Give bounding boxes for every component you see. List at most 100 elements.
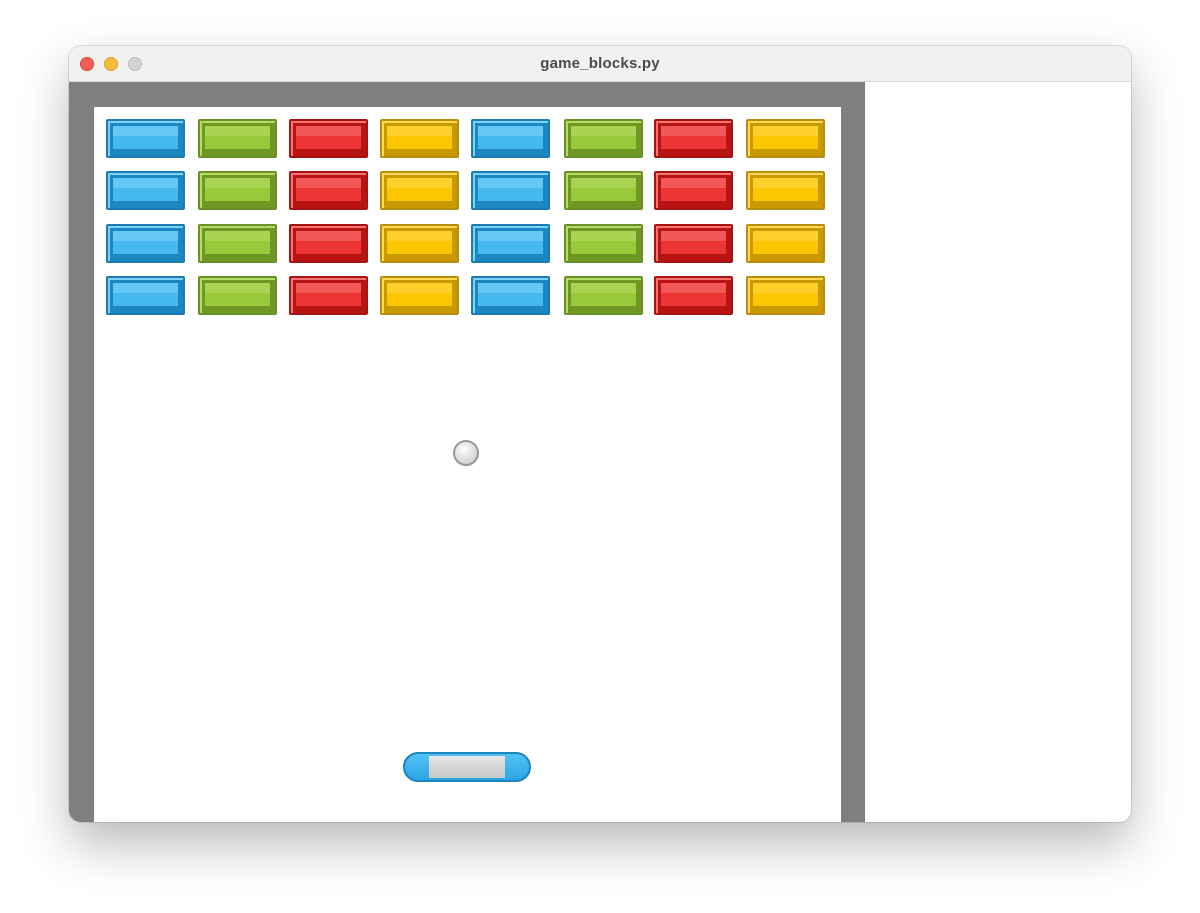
- brick-green: [564, 171, 643, 210]
- brick-face: [661, 283, 726, 306]
- brick-highlight: [571, 126, 636, 137]
- brick-highlight: [753, 231, 818, 242]
- brick-highlight: [661, 231, 726, 242]
- brick-highlight: [571, 178, 636, 189]
- brick-face: [296, 126, 361, 149]
- brick-face: [478, 231, 543, 254]
- brick-face: [571, 178, 636, 201]
- brick-highlight: [387, 178, 452, 189]
- brick-face: [753, 283, 818, 306]
- brick-blue: [106, 171, 185, 210]
- paddle-icon[interactable]: [403, 752, 531, 782]
- brick-highlight: [205, 178, 270, 189]
- brick-highlight: [478, 178, 543, 189]
- brick-highlight: [113, 231, 178, 242]
- brick-face: [571, 283, 636, 306]
- brick-highlight: [296, 283, 361, 294]
- brick-face: [387, 283, 452, 306]
- brick-face: [205, 283, 270, 306]
- window-title: game_blocks.py: [540, 55, 660, 72]
- side-panel: [865, 82, 1131, 822]
- brick-face: [661, 231, 726, 254]
- brick-highlight: [661, 283, 726, 294]
- brick-blue: [106, 276, 185, 315]
- brick-highlight: [661, 178, 726, 189]
- title-bar: game_blocks.py: [69, 46, 1131, 82]
- app-window: game_blocks.py: [69, 46, 1131, 822]
- brick-face: [753, 178, 818, 201]
- brick-yellow: [746, 276, 825, 315]
- brick-face: [661, 126, 726, 149]
- brick-yellow: [746, 171, 825, 210]
- brick-face: [296, 178, 361, 201]
- brick-highlight: [478, 231, 543, 242]
- brick-red: [654, 119, 733, 158]
- brick-highlight: [113, 178, 178, 189]
- brick-face: [753, 126, 818, 149]
- brick-blue: [471, 224, 550, 263]
- brick-highlight: [387, 231, 452, 242]
- brick-face: [113, 178, 178, 201]
- brick-face: [387, 178, 452, 201]
- brick-blue: [471, 171, 550, 210]
- brick-red: [654, 224, 733, 263]
- brick-face: [296, 283, 361, 306]
- brick-highlight: [753, 126, 818, 137]
- brick-yellow: [380, 276, 459, 315]
- brick-blue: [106, 224, 185, 263]
- brick-highlight: [387, 126, 452, 137]
- brick-face: [478, 283, 543, 306]
- brick-yellow: [746, 119, 825, 158]
- brick-red: [289, 224, 368, 263]
- brick-green: [198, 171, 277, 210]
- brick-highlight: [571, 231, 636, 242]
- brick-face: [113, 231, 178, 254]
- brick-highlight: [113, 126, 178, 137]
- window-content: [69, 82, 1131, 822]
- brick-highlight: [205, 283, 270, 294]
- brick-yellow: [380, 119, 459, 158]
- brick-yellow: [380, 171, 459, 210]
- brick-red: [654, 276, 733, 315]
- paddle-center: [429, 756, 505, 778]
- brick-blue: [471, 276, 550, 315]
- brick-red: [654, 171, 733, 210]
- brick-face: [478, 178, 543, 201]
- brick-yellow: [746, 224, 825, 263]
- brick-green: [198, 276, 277, 315]
- brick-face: [571, 126, 636, 149]
- brick-highlight: [205, 126, 270, 137]
- brick-highlight: [753, 178, 818, 189]
- brick-face: [205, 126, 270, 149]
- brick-face: [113, 283, 178, 306]
- brick-face: [387, 231, 452, 254]
- brick-face: [113, 126, 178, 149]
- brick-yellow: [380, 224, 459, 263]
- brick-highlight: [296, 126, 361, 137]
- brick-face: [478, 126, 543, 149]
- game-field[interactable]: [94, 107, 841, 822]
- brick-blue: [471, 119, 550, 158]
- brick-green: [564, 276, 643, 315]
- brick-face: [661, 178, 726, 201]
- brick-green: [198, 224, 277, 263]
- brick-green: [564, 119, 643, 158]
- brick-face: [571, 231, 636, 254]
- brick-highlight: [753, 283, 818, 294]
- brick-face: [753, 231, 818, 254]
- brick-highlight: [296, 231, 361, 242]
- brick-highlight: [571, 283, 636, 294]
- brick-red: [289, 171, 368, 210]
- brick-face: [205, 231, 270, 254]
- brick-green: [198, 119, 277, 158]
- game-border: [69, 82, 865, 822]
- brick-face: [387, 126, 452, 149]
- brick-highlight: [205, 231, 270, 242]
- brick-highlight: [661, 126, 726, 137]
- brick-face: [205, 178, 270, 201]
- brick-highlight: [296, 178, 361, 189]
- brick-blue: [106, 119, 185, 158]
- brick-green: [564, 224, 643, 263]
- brick-face: [296, 231, 361, 254]
- brick-highlight: [387, 283, 452, 294]
